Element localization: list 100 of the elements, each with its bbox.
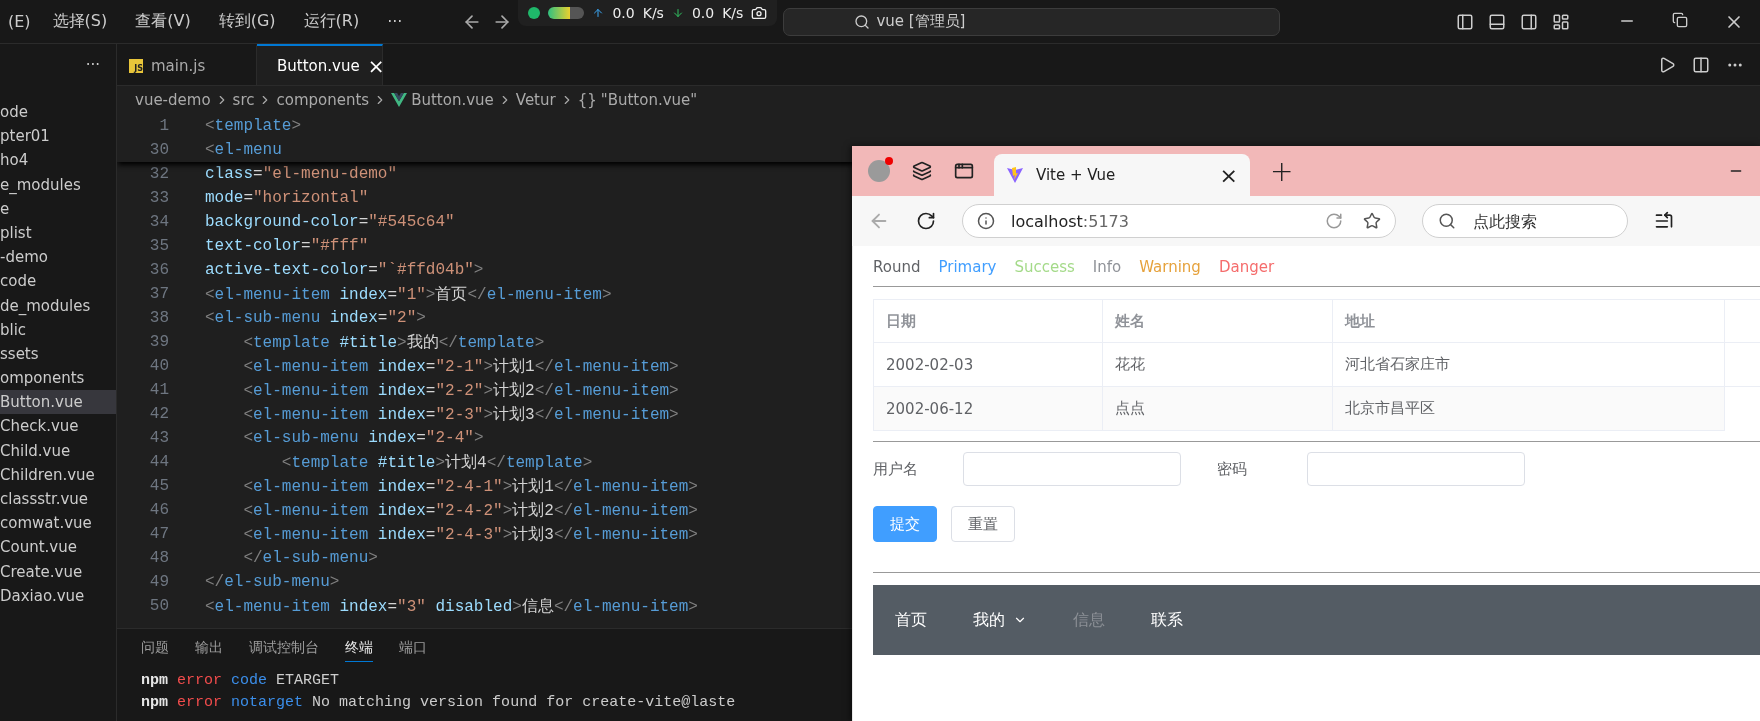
file-tree-item[interactable]: de_modules xyxy=(0,293,116,318)
tab-actions-icon[interactable] xyxy=(954,161,974,181)
column-header: 姓名 xyxy=(1102,299,1332,343)
code-line: <template #title>我的</template> xyxy=(242,332,545,353)
code-line: <el-menu-item index="2-4-2">计划2</el-menu-item> xyxy=(242,500,698,521)
layout-icon[interactable] xyxy=(1552,12,1570,31)
code-line: active-text-color="`#ffd04b"> xyxy=(205,261,484,279)
editor-tab[interactable]: Button.vue × xyxy=(257,44,383,85)
camera-icon[interactable] xyxy=(751,5,768,21)
text-button[interactable]: Round xyxy=(873,258,921,276)
refresh-swirl-icon[interactable] xyxy=(1325,212,1343,230)
file-tree-item[interactable]: e xyxy=(0,196,116,221)
reset-button[interactable]: 重置 xyxy=(951,506,1015,542)
panel-tab[interactable]: 问题 xyxy=(141,639,169,662)
command-center[interactable]: vue [管理员] xyxy=(783,7,1281,36)
nav-menu-item[interactable]: 联系 xyxy=(1133,585,1201,655)
file-tree-item[interactable]: Daxiao.vue xyxy=(0,583,116,608)
info-icon[interactable] xyxy=(977,212,995,230)
field-label: 用户名 xyxy=(873,459,919,479)
panel-bottom-icon[interactable] xyxy=(1488,12,1506,31)
close-tab[interactable]: × xyxy=(367,53,385,78)
file-tree-item[interactable]: Check.vue xyxy=(0,414,116,439)
breadcrumb-item[interactable]: Vetur xyxy=(515,91,556,109)
file-tree-item[interactable]: e_modules xyxy=(0,172,116,197)
download-arrow-icon xyxy=(671,7,684,19)
panel-left-icon[interactable] xyxy=(1456,12,1474,31)
breadcrumb-item[interactable]: "Button.vue" xyxy=(600,91,698,109)
restore-icon[interactable] xyxy=(1672,11,1688,28)
search-field[interactable]: 点此搜索 xyxy=(1422,204,1628,238)
input-field[interactable] xyxy=(963,452,1181,486)
input-field[interactable] xyxy=(1307,452,1525,486)
more-actions[interactable]: ··· xyxy=(85,56,100,74)
file-tree-item[interactable]: ho4 xyxy=(0,148,116,173)
breadcrumb-item[interactable]: components xyxy=(276,91,370,109)
status-dot-icon xyxy=(528,7,541,19)
split-editor-icon[interactable] xyxy=(1692,55,1710,74)
js-file-icon: JS xyxy=(129,58,143,73)
breadcrumb-item[interactable]: Button.vue xyxy=(411,91,494,109)
table-cell: 花花 xyxy=(1102,342,1332,387)
file-tree-item[interactable]: code xyxy=(0,269,116,294)
line-number: 37 xyxy=(148,285,170,303)
menu-item[interactable]: 转到(G) xyxy=(210,11,284,32)
menu-item[interactable]: 查看(V) xyxy=(127,11,199,32)
menu-item[interactable]: 选择(S) xyxy=(44,11,116,32)
address-bar[interactable]: localhost:5173 xyxy=(962,204,1396,238)
nav-menu-item[interactable]: 首页 xyxy=(877,585,945,655)
profile-avatar[interactable] xyxy=(868,160,890,182)
panel-tab[interactable]: 输出 xyxy=(195,639,223,662)
nav-menu-item[interactable]: 我的 xyxy=(955,585,1045,655)
file-tree-item[interactable]: comwat.vue xyxy=(0,511,116,536)
panel-tab[interactable]: 终端 xyxy=(345,639,373,662)
line-number: 41 xyxy=(148,381,170,399)
download-speed: 0.0 xyxy=(691,5,715,21)
braces-symbol: {} xyxy=(577,91,597,109)
code-line: <template #title>计划4</template> xyxy=(280,452,593,473)
breadcrumb-item[interactable]: vue-demo xyxy=(135,91,211,109)
terminal-line: npm error code ETARGET xyxy=(141,672,341,691)
run-icon[interactable] xyxy=(1658,55,1676,74)
line-number: 39 xyxy=(148,333,170,351)
breadcrumb-item[interactable]: src xyxy=(232,91,255,109)
menu-item[interactable]: 运行(R) xyxy=(295,11,368,32)
collections-icon[interactable] xyxy=(912,161,932,181)
file-tree-item[interactable]: Children.vue xyxy=(0,462,116,487)
file-tree-item[interactable]: classstr.vue xyxy=(0,487,116,512)
file-tree-item[interactable]: Create.vue xyxy=(0,559,116,584)
code-line: </el-sub-menu> xyxy=(242,549,378,567)
file-tree-item[interactable]: pter01 xyxy=(0,124,116,149)
menu-item[interactable]: ··· xyxy=(379,12,411,31)
file-tree-item[interactable]: -demo xyxy=(0,245,116,270)
line-number: 40 xyxy=(148,357,170,375)
table-cell: 河北省石家庄市 xyxy=(1332,342,1725,387)
star-icon[interactable] xyxy=(1363,212,1381,230)
file-tree-item[interactable]: Count.vue xyxy=(0,535,116,560)
file-tree-item[interactable]: ssets xyxy=(0,341,116,367)
upload-speed: 0.0 xyxy=(612,5,635,21)
table-cell: 北京市昌平区 xyxy=(1332,386,1725,431)
file-tree-item[interactable]: Button.vue xyxy=(0,390,116,415)
file-tree-item[interactable]: blic xyxy=(0,317,116,342)
panel-tab[interactable]: 调试控制台 xyxy=(249,639,319,662)
code-line: class="el-menu-demo" xyxy=(205,165,398,183)
menu-item[interactable]: (E) xyxy=(0,12,39,31)
file-tree-item[interactable]: Child.vue xyxy=(0,438,116,463)
line-number: 50 xyxy=(148,597,170,615)
url-text: localhost:5173 xyxy=(1011,211,1129,231)
table-cell: 2002-06-12 xyxy=(873,386,1103,431)
reload-icon[interactable] xyxy=(916,211,936,231)
file-tree-item[interactable]: plist xyxy=(0,220,116,246)
code-line: <el-sub-menu index="2-4"> xyxy=(242,429,484,447)
panel-right-icon[interactable] xyxy=(1520,12,1538,31)
line-number: 38 xyxy=(148,309,170,327)
line-number: 30 xyxy=(148,141,170,159)
vite-logo-icon xyxy=(1006,166,1024,184)
panel-tab[interactable]: 端口 xyxy=(399,639,427,662)
file-tree-item[interactable]: omponents xyxy=(0,366,116,391)
line-number: 46 xyxy=(148,501,170,519)
browser-tab[interactable]: Vite + Vue × xyxy=(994,154,1250,196)
code-line: text-color="#fff" xyxy=(205,237,369,255)
favorites-icon[interactable] xyxy=(1654,211,1674,231)
file-tree-item[interactable]: ode xyxy=(0,100,116,125)
new-tab-button[interactable]: + xyxy=(1270,154,1294,188)
